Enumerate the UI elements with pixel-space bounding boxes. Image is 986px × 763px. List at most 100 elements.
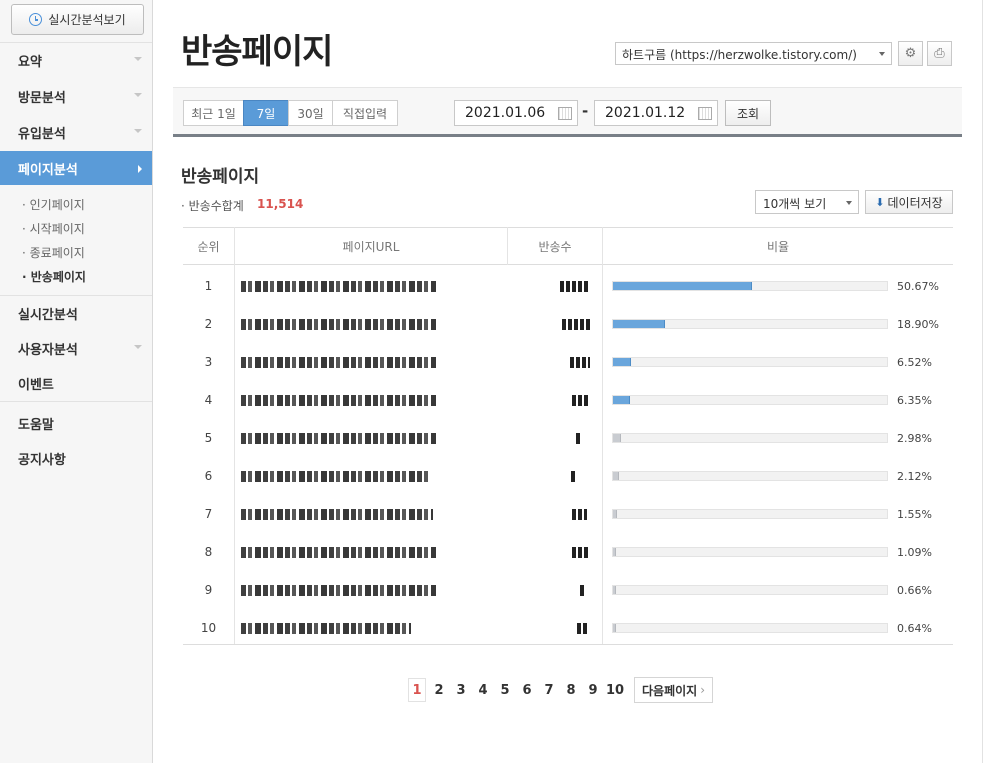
table-row: 3 6.52% [183, 343, 953, 381]
download-icon: ⬇ [875, 195, 885, 209]
print-button[interactable]: ⎙ [927, 41, 952, 66]
menu-event[interactable]: 이벤트 [0, 365, 152, 401]
range-30days[interactable]: 30일 [288, 100, 333, 126]
row-ratio-percent: 2.12% [897, 469, 932, 483]
save-data-button[interactable]: ⬇ 데이터저장 [865, 190, 953, 214]
header-count: 반송수 [538, 240, 572, 254]
page-link[interactable]: 4 [472, 678, 494, 702]
row-ratio-percent: 18.90% [897, 317, 939, 331]
ratio-bar-fill [613, 320, 665, 328]
sidebar: 실시간분석보기 요약 방문분석 유입분석 페이지분석 · 인기페이지 · 시작페… [0, 0, 153, 763]
header-rank: 순위 [197, 240, 220, 254]
page-link[interactable]: 3 [450, 678, 472, 702]
next-page-button[interactable]: 다음페이지 › [634, 677, 714, 703]
menu-realtime-analysis[interactable]: 실시간분석 [0, 295, 152, 331]
ratio-bar-fill [613, 472, 619, 480]
row-rank: 3 [204, 355, 213, 369]
row-ratio-percent: 50.67% [897, 279, 939, 293]
date-to-input[interactable]: 2021.01.12 [594, 100, 718, 126]
header-url: 페이지URL [342, 240, 400, 254]
submenu-popular-pages[interactable]: · 인기페이지 [22, 196, 85, 213]
ratio-bar-fill [613, 282, 752, 290]
page-link[interactable]: 7 [538, 678, 560, 702]
row-url-redacted[interactable] [241, 623, 411, 634]
ratio-bar-track [612, 623, 888, 633]
print-icon: ⎙ [934, 46, 945, 61]
calendar-icon[interactable] [558, 107, 572, 120]
row-url-redacted[interactable] [241, 509, 433, 520]
bounce-sum-label: · 반송수합계 [181, 199, 244, 213]
search-button[interactable]: 조회 [725, 100, 771, 126]
settings-button[interactable]: ⚙ [898, 41, 923, 66]
menu-notice[interactable]: 공지사항 [0, 440, 152, 476]
row-count-redacted [560, 281, 590, 292]
row-url-redacted[interactable] [241, 319, 436, 330]
row-url-redacted[interactable] [241, 357, 436, 368]
page-link[interactable]: 5 [494, 678, 516, 702]
row-rank: 1 [204, 279, 213, 293]
row-url-redacted[interactable] [241, 281, 436, 292]
page-link[interactable]: 6 [516, 678, 538, 702]
row-count-redacted [571, 471, 577, 482]
range-custom[interactable]: 직접입력 [332, 100, 398, 126]
table-row: 5 2.98% [183, 419, 953, 457]
ratio-bar-track [612, 319, 888, 329]
row-count-redacted [570, 357, 590, 368]
table-bottom-border [183, 644, 953, 645]
calendar-icon[interactable] [698, 107, 712, 120]
menu-page-analysis[interactable]: 페이지분석 [0, 151, 152, 185]
page-edge [982, 0, 983, 763]
per-page-select[interactable]: 10개씩 보기 [755, 190, 859, 214]
submenu-exit-pages[interactable]: · 종료페이지 [22, 244, 85, 261]
page-link[interactable]: 2 [428, 678, 450, 702]
menu-inflow-analysis[interactable]: 유입분석 [0, 114, 152, 150]
row-rank: 5 [204, 431, 213, 445]
menu-summary[interactable]: 요약 [0, 42, 152, 78]
blog-select-value: 하트구름 (https://herzwolke.tistory.com/) [622, 48, 857, 62]
date-separator: - [582, 102, 589, 120]
row-url-redacted[interactable] [241, 585, 436, 596]
ratio-bar-track [612, 471, 888, 481]
ratio-bar-track [612, 547, 888, 557]
menu-visit-analysis[interactable]: 방문분석 [0, 78, 152, 114]
page-link[interactable]: 10 [604, 678, 626, 702]
row-url-redacted[interactable] [241, 395, 436, 406]
row-count-redacted [572, 547, 590, 558]
row-url-redacted[interactable] [241, 471, 431, 482]
menu-help[interactable]: 도움말 [0, 405, 152, 441]
date-from-input[interactable]: 2021.01.06 [454, 100, 578, 126]
dropdown-arrow-icon [879, 52, 885, 56]
row-count-redacted [572, 509, 587, 520]
page-title: 반송페이지 [181, 32, 333, 72]
save-data-label: 데이터저장 [887, 195, 943, 210]
ratio-bar-fill [613, 548, 616, 556]
ratio-bar-track [612, 509, 888, 519]
range-1day[interactable]: 최근 1일 [183, 100, 244, 126]
table-row: 6 2.12% [183, 457, 953, 495]
header-ratio: 비율 [766, 240, 790, 254]
row-url-redacted[interactable] [241, 433, 436, 444]
page-link[interactable]: 1 [408, 678, 426, 702]
table-row: 7 1.55% [183, 495, 953, 533]
section-title: 반송페이지 [181, 167, 260, 187]
realtime-analysis-button[interactable]: 실시간분석보기 [11, 4, 144, 35]
ratio-bar-fill [613, 396, 630, 404]
page-link[interactable]: 8 [560, 678, 582, 702]
table-row: 9 0.66% [183, 571, 953, 609]
submenu-start-pages[interactable]: · 시작페이지 [22, 220, 85, 237]
ratio-bar-fill [613, 586, 616, 594]
realtime-analysis-label: 실시간분석보기 [48, 13, 126, 27]
row-rank: 7 [204, 507, 213, 521]
per-page-value: 10개씩 보기 [763, 197, 827, 211]
menu-user-analysis[interactable]: 사용자분석 [0, 330, 152, 366]
range-7days[interactable]: 7일 [243, 100, 289, 126]
pagination: 1 2 3 4 5 6 7 8 9 10 다음페이지 › [408, 677, 714, 703]
row-rank: 8 [204, 545, 213, 559]
row-url-redacted[interactable] [241, 547, 436, 558]
row-count-redacted [562, 319, 590, 330]
blog-select[interactable]: 하트구름 (https://herzwolke.tistory.com/) [615, 42, 892, 65]
page-link[interactable]: 9 [582, 678, 604, 702]
table-row: 4 6.35% [183, 381, 953, 419]
table-row: 8 1.09% [183, 533, 953, 571]
submenu-bounce-pages[interactable]: · 반송페이지 [22, 268, 86, 285]
